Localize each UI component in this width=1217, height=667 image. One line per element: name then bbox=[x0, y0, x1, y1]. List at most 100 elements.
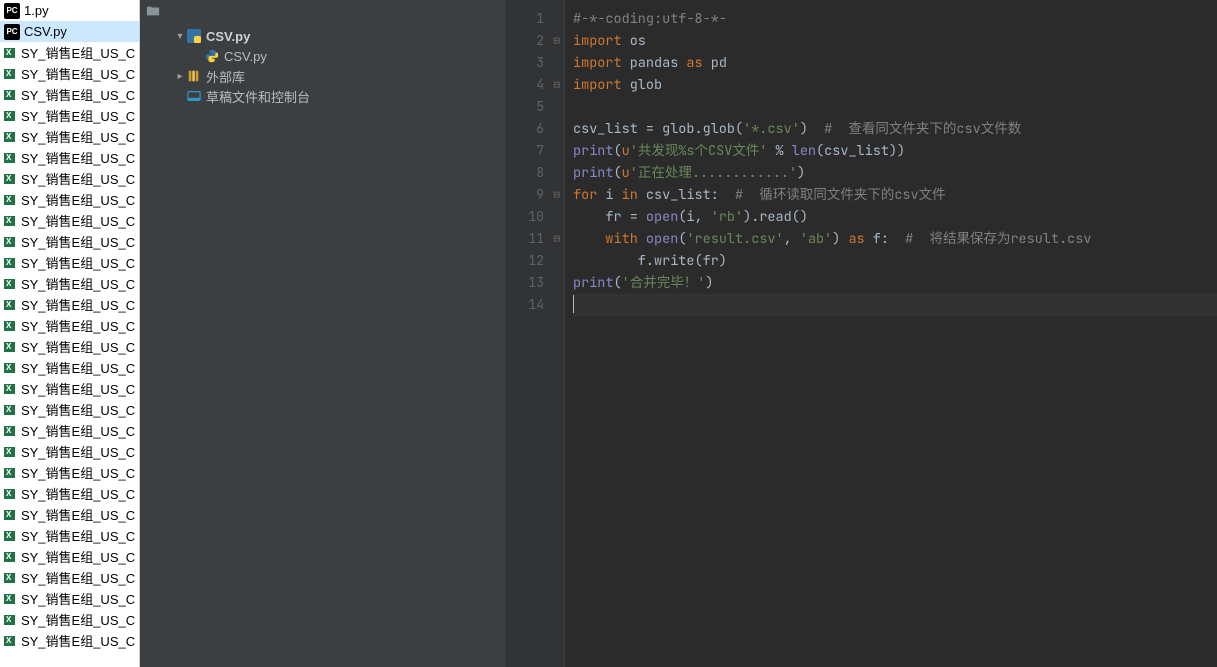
taskbar-item-label: SY_销售E组_US_CA_... bbox=[21, 442, 135, 461]
excel-icon bbox=[4, 381, 17, 397]
gutter-line-number[interactable]: 9⊟ bbox=[505, 184, 564, 206]
gutter-line-number[interactable]: 14 bbox=[505, 294, 564, 316]
fold-toggle-icon[interactable]: ⊟ bbox=[553, 228, 560, 250]
taskbar-item[interactable]: SY_销售E组_US_CA_... bbox=[0, 252, 139, 273]
gutter-line-number[interactable]: 6 bbox=[505, 118, 564, 140]
taskbar-item[interactable]: PC1.py bbox=[0, 0, 139, 21]
taskbar-item[interactable]: SY_销售E组_US_CA_... bbox=[0, 357, 139, 378]
excel-icon bbox=[4, 423, 17, 439]
taskbar-item-label: SY_销售E组_US_CA_... bbox=[21, 631, 135, 650]
excel-icon bbox=[4, 255, 17, 271]
excel-icon bbox=[4, 234, 17, 250]
taskbar-item[interactable]: SY_销售E组_US_CA_... bbox=[0, 210, 139, 231]
gutter-line-number[interactable]: 5 bbox=[505, 96, 564, 118]
excel-icon bbox=[4, 360, 17, 376]
taskbar-item-label: CSV.py bbox=[24, 24, 67, 39]
taskbar-item[interactable]: SY_销售E组_US_CA_... bbox=[0, 504, 139, 525]
taskbar-item[interactable]: SY_销售E组_US_CA_... bbox=[0, 441, 139, 462]
taskbar-item[interactable]: SY_销售E组_US_CA_... bbox=[0, 420, 139, 441]
taskbar-item[interactable]: SY_销售E组_US_CA_... bbox=[0, 63, 139, 84]
gutter-line-number[interactable]: 10 bbox=[505, 206, 564, 228]
python-file-icon bbox=[204, 48, 220, 64]
taskbar-item[interactable]: SY_销售E组_US_CA_... bbox=[0, 231, 139, 252]
pycharm-icon: PC bbox=[4, 24, 20, 40]
code-line: #-*-coding:utf-8-*- bbox=[573, 10, 727, 28]
panel-divider bbox=[162, 0, 163, 667]
excel-icon bbox=[4, 108, 17, 124]
gutter-line-number[interactable]: 12 bbox=[505, 250, 564, 272]
excel-icon bbox=[4, 213, 17, 229]
gutter-line-number[interactable]: 8 bbox=[505, 162, 564, 184]
taskbar-item[interactable]: SY_销售E组_US_CA_... bbox=[0, 273, 139, 294]
fold-toggle-icon[interactable]: ⊟ bbox=[553, 30, 560, 52]
taskbar-item-label: SY_销售E组_US_CA_... bbox=[21, 610, 135, 629]
excel-icon bbox=[4, 66, 17, 82]
taskbar-item-label: SY_销售E组_US_CA_... bbox=[21, 127, 135, 146]
taskbar-item[interactable]: SY_销售E组_US_CA_... bbox=[0, 378, 139, 399]
external-libraries-node[interactable]: ▸ 外部库 bbox=[140, 66, 505, 86]
editor-gutter[interactable]: 12⊟34⊟56789⊟1011⊟121314 bbox=[505, 0, 565, 667]
python-project-icon bbox=[186, 28, 202, 44]
taskbar-item[interactable]: SY_销售E组_US_CA_... bbox=[0, 567, 139, 588]
gutter-line-number[interactable]: 7 bbox=[505, 140, 564, 162]
taskbar-item[interactable]: SY_销售E组_US_CA_... bbox=[0, 147, 139, 168]
excel-icon bbox=[4, 549, 17, 565]
gutter-line-number[interactable]: 3 bbox=[505, 52, 564, 74]
taskbar-item[interactable]: SY_销售E组_US_CA_... bbox=[0, 126, 139, 147]
taskbar-item-label: SY_销售E组_US_CA_... bbox=[21, 568, 135, 587]
taskbar-item[interactable]: SY_销售E组_US_CA_... bbox=[0, 546, 139, 567]
project-panel-header[interactable] bbox=[140, 0, 505, 22]
taskbar-item[interactable]: SY_销售E组_US_CA_... bbox=[0, 462, 139, 483]
taskbar-item-label: SY_销售E组_US_CA_... bbox=[21, 85, 135, 104]
chevron-down-icon[interactable]: ▾ bbox=[174, 31, 186, 42]
taskbar-item-label: SY_销售E组_US_CA_... bbox=[21, 295, 135, 314]
gutter-line-number[interactable]: 13 bbox=[505, 272, 564, 294]
scratches-node[interactable]: ▸ 草稿文件和控制台 bbox=[140, 86, 505, 106]
taskbar-item-label: SY_销售E组_US_CA_... bbox=[21, 43, 135, 62]
project-tool-window: ▾ CSV.py ▾ CSV.py ▸ 外部库 ▸ bbox=[140, 0, 505, 667]
taskbar-item[interactable]: SY_销售E组_US_CA_... bbox=[0, 630, 139, 651]
taskbar-item[interactable]: SY_销售E组_US_CA_... bbox=[0, 168, 139, 189]
taskbar-item-label: 1.py bbox=[24, 3, 49, 18]
project-root-node[interactable]: ▾ CSV.py bbox=[140, 26, 505, 46]
taskbar-item[interactable]: SY_销售E组_US_CA_... bbox=[0, 525, 139, 546]
excel-icon bbox=[4, 276, 17, 292]
taskbar-item[interactable]: SY_销售E组_US_CA_... bbox=[0, 609, 139, 630]
taskbar-item-label: SY_销售E组_US_CA_... bbox=[21, 505, 135, 524]
current-line[interactable] bbox=[573, 294, 1217, 316]
taskbar-item-label: SY_销售E组_US_CA_... bbox=[21, 463, 135, 482]
taskbar-item[interactable]: SY_销售E组_US_CA_... bbox=[0, 588, 139, 609]
gutter-line-number[interactable]: 11⊟ bbox=[505, 228, 564, 250]
taskbar-item[interactable]: SY_销售E组_US_CA_... bbox=[0, 84, 139, 105]
excel-icon bbox=[4, 150, 17, 166]
taskbar-item[interactable]: SY_销售E组_US_CA_... bbox=[0, 42, 139, 63]
taskbar-item[interactable]: SY_销售E组_US_CA_... bbox=[0, 483, 139, 504]
taskbar-item[interactable]: PC CSV.py bbox=[0, 21, 139, 42]
taskbar-item[interactable]: SY_销售E组_US_CA_... bbox=[0, 189, 139, 210]
excel-icon bbox=[4, 402, 17, 418]
gutter-line-number[interactable]: 4⊟ bbox=[505, 74, 564, 96]
taskbar-item[interactable]: SY_销售E组_US_CA_... bbox=[0, 336, 139, 357]
gutter-line-number[interactable]: 1 bbox=[505, 8, 564, 30]
chevron-right-icon[interactable]: ▸ bbox=[174, 71, 186, 82]
project-file-node[interactable]: ▾ CSV.py bbox=[140, 46, 505, 66]
taskbar-item-label: SY_销售E组_US_CA_... bbox=[21, 190, 135, 209]
taskbar-item-label: SY_销售E组_US_CA_... bbox=[21, 337, 135, 356]
excel-icon bbox=[4, 192, 17, 208]
taskbar-item-label: SY_销售E组_US_CA_... bbox=[21, 589, 135, 608]
fold-toggle-icon[interactable]: ⊟ bbox=[553, 184, 560, 206]
taskbar-item-label: SY_销售E组_US_CA_... bbox=[21, 106, 135, 125]
taskbar-item-label: SY_销售E组_US_CA_... bbox=[21, 379, 135, 398]
excel-icon bbox=[4, 297, 17, 313]
taskbar-item[interactable]: SY_销售E组_US_CA_... bbox=[0, 294, 139, 315]
fold-toggle-icon[interactable]: ⊟ bbox=[553, 74, 560, 96]
editor-code[interactable]: #-*-coding:utf-8-*- import os import pan… bbox=[565, 0, 1217, 667]
taskbar-item-label: SY_销售E组_US_CA_... bbox=[21, 400, 135, 419]
taskbar-item[interactable]: SY_销售E组_US_CA_... bbox=[0, 105, 139, 126]
taskbar-item[interactable]: SY_销售E组_US_CA_... bbox=[0, 315, 139, 336]
taskbar-item-label: SY_销售E组_US_CA_... bbox=[21, 274, 135, 293]
excel-icon bbox=[4, 612, 17, 628]
gutter-line-number[interactable]: 2⊟ bbox=[505, 30, 564, 52]
taskbar-item[interactable]: SY_销售E组_US_CA_... bbox=[0, 399, 139, 420]
scratches-label: 草稿文件和控制台 bbox=[206, 87, 310, 106]
